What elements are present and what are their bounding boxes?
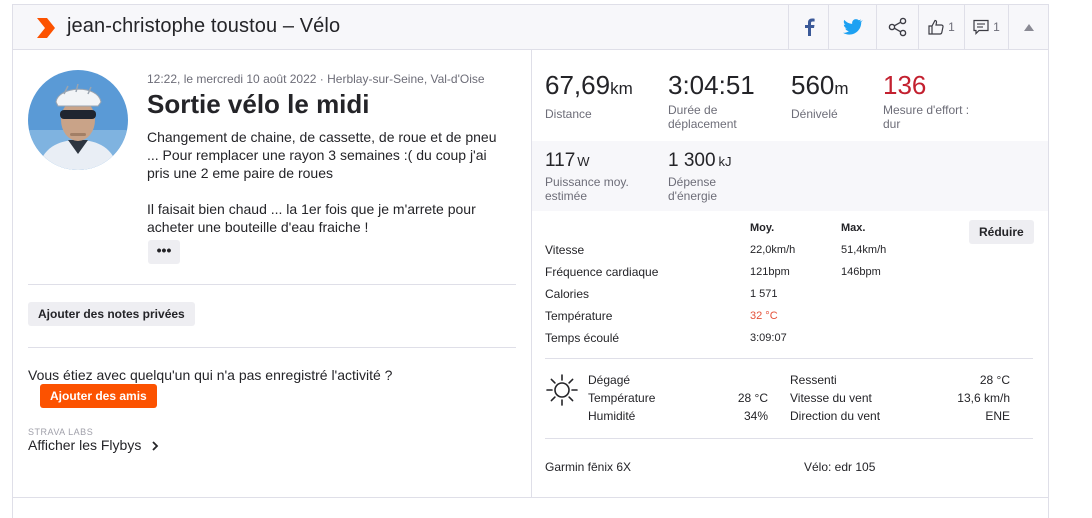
chevron-logo-icon xyxy=(37,18,55,38)
detail-label-speed: Vitesse xyxy=(545,243,585,257)
caret-up-icon xyxy=(1023,23,1034,31)
add-friends-button[interactable]: Ajouter des amis xyxy=(40,384,157,408)
energy-unit: kJ xyxy=(718,154,732,169)
weather-wind-direction-value: ENE xyxy=(985,409,1010,423)
reduce-button[interactable]: Réduire xyxy=(969,220,1034,244)
distance-value: 67,69 xyxy=(545,70,611,100)
activity-meta: 12:22, le mercredi 10 août 2022 · Herbla… xyxy=(147,72,485,86)
sun-icon xyxy=(546,374,578,406)
divider xyxy=(545,438,1033,439)
activity-header: jean-christophe toustou – Vélo 1 1 xyxy=(12,4,1049,50)
group-activity-question: Vous étiez avec quelqu'un qui n'a pas en… xyxy=(28,367,393,383)
power-value: 117 xyxy=(545,150,576,171)
distance-unit: km xyxy=(610,79,633,98)
weather-humidity-label: Humidité xyxy=(588,409,636,423)
device-name: Garmin fēnix 6X xyxy=(545,460,632,474)
effort-value: 136 xyxy=(883,70,927,100)
avg-column-header: Moy. xyxy=(750,222,775,234)
kudos-count: 1 xyxy=(948,20,955,34)
comments-button[interactable]: 1 xyxy=(964,5,1008,49)
thumbs-up-icon xyxy=(928,19,944,35)
twitter-icon xyxy=(842,19,863,35)
weather-humidity-value: 34% xyxy=(743,409,768,423)
stat-distance: 67,69km Distance xyxy=(545,70,655,121)
elevation-value: 560 xyxy=(791,70,835,100)
add-private-notes-button[interactable]: Ajouter des notes privées xyxy=(28,302,195,326)
divider xyxy=(28,347,516,348)
page-title: jean-christophe toustou – Vélo xyxy=(67,15,341,37)
detail-avg-calories: 1 571 xyxy=(750,288,778,300)
activity-description: Changement de chaine, de cassette, de ro… xyxy=(147,128,517,254)
comment-icon xyxy=(973,19,989,35)
weather-wind-speed-label: Vitesse du vent xyxy=(790,391,872,405)
moving-time-value: 3:04:51 xyxy=(668,70,755,100)
moving-time-label: Durée de déplacement xyxy=(668,103,737,131)
weather-wind-speed-value: 13,6 km/h xyxy=(957,391,1010,405)
share-icon xyxy=(888,17,906,37)
strava-labs-label: STRAVA LABS xyxy=(28,427,94,437)
description-paragraph: Changement de chaine, de cassette, de ro… xyxy=(147,129,497,181)
facebook-share-button[interactable] xyxy=(788,5,828,49)
kudos-button[interactable]: 1 xyxy=(918,5,964,49)
column-divider xyxy=(531,50,532,497)
weather-feels-like-label: Ressenti xyxy=(790,373,837,387)
power-unit: W xyxy=(577,154,590,169)
detail-label-elapsed-time: Temps écoulé xyxy=(545,331,620,345)
detail-label-heart-rate: Fréquence cardiaque xyxy=(545,265,659,279)
athlete-avatar[interactable] xyxy=(28,70,128,170)
comments-count: 1 xyxy=(993,20,1000,34)
twitter-share-button[interactable] xyxy=(828,5,876,49)
divider xyxy=(545,358,1033,359)
detail-avg-elapsed-time: 3:09:07 xyxy=(750,332,787,344)
stat-effort[interactable]: 136 Mesure d'effort : dur xyxy=(883,70,1003,131)
avatar-image xyxy=(28,70,128,170)
weather-temp-label: Température xyxy=(588,391,656,405)
card-bottom-divider xyxy=(12,497,1049,498)
more-options-button[interactable]: ••• xyxy=(148,240,180,264)
detail-avg-speed: 22,0km/h xyxy=(750,244,796,256)
weather-feels-like-value: 28 °C xyxy=(979,373,1010,387)
flybys-link[interactable]: Afficher les Flybys xyxy=(28,437,159,453)
weather-condition: Dégagé xyxy=(588,373,631,387)
collapse-button[interactable] xyxy=(1008,5,1048,49)
energy-label: Dépense d'énergie xyxy=(668,175,717,203)
stat-moving-time: 3:04:51 Durée de déplacement xyxy=(668,70,778,131)
elevation-unit: m xyxy=(834,79,849,98)
activity-title: Sortie vélo le midi xyxy=(147,89,370,119)
description-paragraph: Il faisait bien chaud ... la 1er fois qu… xyxy=(147,201,476,235)
weather-temp-value: 28 °C xyxy=(737,391,768,405)
detail-label-calories: Calories xyxy=(545,287,590,301)
detail-max-speed: 51,4km/h xyxy=(841,244,887,256)
detail-avg-temperature: 32 °C xyxy=(750,310,778,322)
bike-name[interactable]: Vélo: edr 105 xyxy=(804,460,875,474)
detail-max-heart-rate: 146bpm xyxy=(841,266,881,278)
effort-label: Mesure d'effort : dur xyxy=(883,103,970,131)
distance-label: Distance xyxy=(545,107,592,121)
facebook-icon xyxy=(804,18,815,36)
header-actions: 1 1 xyxy=(788,5,1048,49)
power-label: Puissance moy. estimée xyxy=(545,175,629,203)
detail-label-temperature: Température xyxy=(545,309,613,323)
max-column-header: Max. xyxy=(841,222,866,234)
stat-energy: 1 300 kJ Dépense d'énergie xyxy=(668,150,778,203)
chevron-right-icon xyxy=(152,441,159,451)
flybys-label: Afficher les Flybys xyxy=(28,437,142,453)
weather-wind-direction-label: Direction du vent xyxy=(790,409,881,423)
energy-value: 1 300 xyxy=(668,150,716,171)
detail-avg-heart-rate: 121bpm xyxy=(750,266,790,278)
divider xyxy=(28,284,516,285)
stat-power: 117 W Puissance moy. estimée xyxy=(545,150,655,203)
share-button[interactable] xyxy=(876,5,918,49)
